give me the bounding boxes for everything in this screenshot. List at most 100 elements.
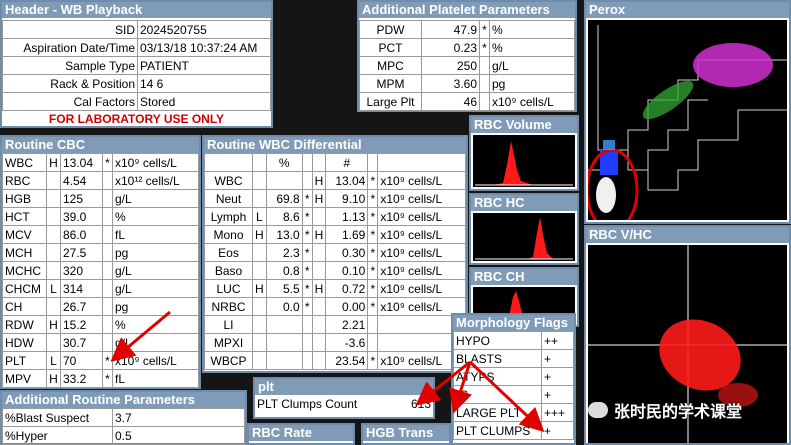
cbc-label: CH	[2, 297, 47, 316]
cbc-unit: %	[112, 315, 199, 334]
cbc-unit: pg	[112, 243, 199, 262]
header-label: Aspiration Date/Time	[2, 38, 138, 57]
diff-pct-flag: *	[301, 225, 313, 244]
cbc-unit: x10¹² cells/L	[112, 171, 199, 190]
cbc-row: MCH 27.5 pg	[2, 243, 199, 262]
rbc-ch-title: RBC CH	[471, 269, 577, 285]
header-row: Aspiration Date/Time 03/13/18 10:37:24 AM	[2, 38, 271, 57]
cbc-star-flag	[102, 243, 113, 262]
diff-label: Baso	[204, 261, 253, 280]
cbc-unit: g/L	[112, 333, 199, 352]
wechat-icon	[588, 402, 608, 418]
diff-pct-hl	[252, 189, 267, 208]
diff-row: Eos 2.3 * 0.30 * x10⁹ cells/L	[204, 243, 466, 262]
cbc-star-flag	[102, 189, 113, 208]
cbc-row: RBC 4.54 x10¹² cells/L	[2, 171, 199, 190]
morph-row: BLASTS +	[453, 349, 574, 368]
diff-pct: 0.8	[265, 261, 303, 280]
diff-pct-flag	[301, 351, 313, 370]
header-label: Rack & Position	[2, 74, 138, 93]
diff-row: LI 2.21	[204, 315, 466, 334]
cbc-row: CH 26.7 pg	[2, 297, 199, 316]
cbc-label: MCH	[2, 243, 47, 262]
diff-num-flag: *	[367, 207, 379, 226]
header-row: Rack & Position 14 6	[2, 74, 271, 93]
cbc-star-flag: *	[102, 369, 113, 388]
diff-num: 0.10	[325, 261, 369, 280]
cbc-label: HCT	[2, 207, 47, 226]
morph-label: HYPO	[453, 331, 542, 350]
diff-num: 1.13	[325, 207, 369, 226]
rbc-vhc-title: RBC V/HC	[586, 227, 789, 243]
cbc-hl-flag: H	[46, 315, 61, 334]
cbc-unit: x10⁹ cells/L	[112, 351, 199, 370]
diff-row: Baso 0.8 * 0.10 * x10⁹ cells/L	[204, 261, 466, 280]
add-routine-row: %Blast Suspect 3.7	[2, 408, 245, 427]
diff-pct-flag: *	[301, 189, 313, 208]
platelet-label: PDW	[359, 20, 422, 39]
cbc-value: 30.7	[60, 333, 103, 352]
diff-pct-hl	[252, 297, 267, 316]
diff-num-hl	[311, 207, 327, 226]
add-routine-panel: Additional Routine Parameters %Blast Sus…	[0, 390, 247, 445]
rbc-hc-histogram	[473, 213, 575, 261]
cbc-unit: g/L	[112, 279, 199, 298]
platelet-unit: %	[489, 38, 575, 57]
diff-pct-hl	[252, 315, 267, 334]
cbc-star-flag	[102, 207, 113, 226]
header-value: 2024520755	[137, 20, 271, 39]
header-value: 03/13/18 10:37:24 AM	[137, 38, 271, 57]
platelet-flag	[479, 92, 490, 111]
cbc-hl-flag: H	[46, 153, 61, 172]
diff-label: WBCP	[204, 351, 253, 370]
diff-pct-hl	[252, 261, 267, 280]
rbc-rate-panel: RBC Rate	[247, 423, 355, 445]
diff-pct	[265, 171, 303, 190]
cbc-star-flag	[102, 297, 113, 316]
platelet-row: PDW 47.9 *%	[359, 20, 575, 39]
diff-label: MPXI	[204, 333, 253, 352]
diff-num: 1.69	[325, 225, 369, 244]
cbc-unit: %	[112, 207, 199, 226]
cbc-label: MPV	[2, 369, 47, 388]
plt-table: PLT Clumps Count 613	[255, 395, 433, 413]
cbc-row: HCT 39.0%	[2, 207, 199, 226]
diff-num-flag	[367, 315, 379, 334]
diff-pct-hl: L	[252, 207, 267, 226]
diff-label: LI	[204, 315, 253, 334]
morph-row: LARGE PLT +++	[453, 403, 574, 422]
header-value: 14 6	[137, 74, 271, 93]
cbc-row: CHCM L 314 g/L	[2, 279, 199, 298]
diff-num: 23.54	[325, 351, 369, 370]
cbc-value: 39.0	[60, 207, 103, 226]
add-routine-title: Additional Routine Parameters	[2, 392, 245, 408]
cbc-hl-flag: L	[46, 279, 61, 298]
header-label: Cal Factors	[2, 92, 138, 111]
diff-pct: 0.0	[265, 297, 303, 316]
cbc-hl-flag	[46, 333, 61, 352]
cbc-label: HDW	[2, 333, 47, 352]
morph-label: PLT CLUMPS	[453, 421, 542, 440]
diff-unit: x10⁹ cells/L	[377, 171, 466, 190]
add-routine-row: %Hyper 0.5	[2, 426, 245, 445]
diff-num-flag: *	[367, 351, 379, 370]
cbc-hl-flag	[46, 207, 61, 226]
diff-pct: 13.0	[265, 225, 303, 244]
cbc-row: MCV 86.0 fL	[2, 225, 199, 244]
diff-pct-hl	[252, 351, 267, 370]
morph-title: Morphology Flags	[453, 315, 574, 331]
morph-row: ATYPS +	[453, 367, 574, 386]
cbc-label: MCHC	[2, 261, 47, 280]
diff-label: Eos	[204, 243, 253, 262]
cbc-unit: pg	[112, 297, 199, 316]
rbc-volume-panel: RBC Volume	[469, 115, 579, 191]
hgb-trans-panel: HGB Trans	[361, 423, 451, 445]
diff-pct-flag	[301, 315, 313, 334]
add-routine-label: %Hyper	[2, 426, 113, 445]
diff-label: Neut	[204, 189, 253, 208]
cbc-unit: g/L	[112, 261, 199, 280]
diff-label: WBC	[204, 171, 253, 190]
morph-value: +	[541, 385, 574, 404]
cbc-hl-flag	[46, 225, 61, 244]
diff-row: WBCP 23.54 * x10⁹ cells/L	[204, 351, 466, 370]
